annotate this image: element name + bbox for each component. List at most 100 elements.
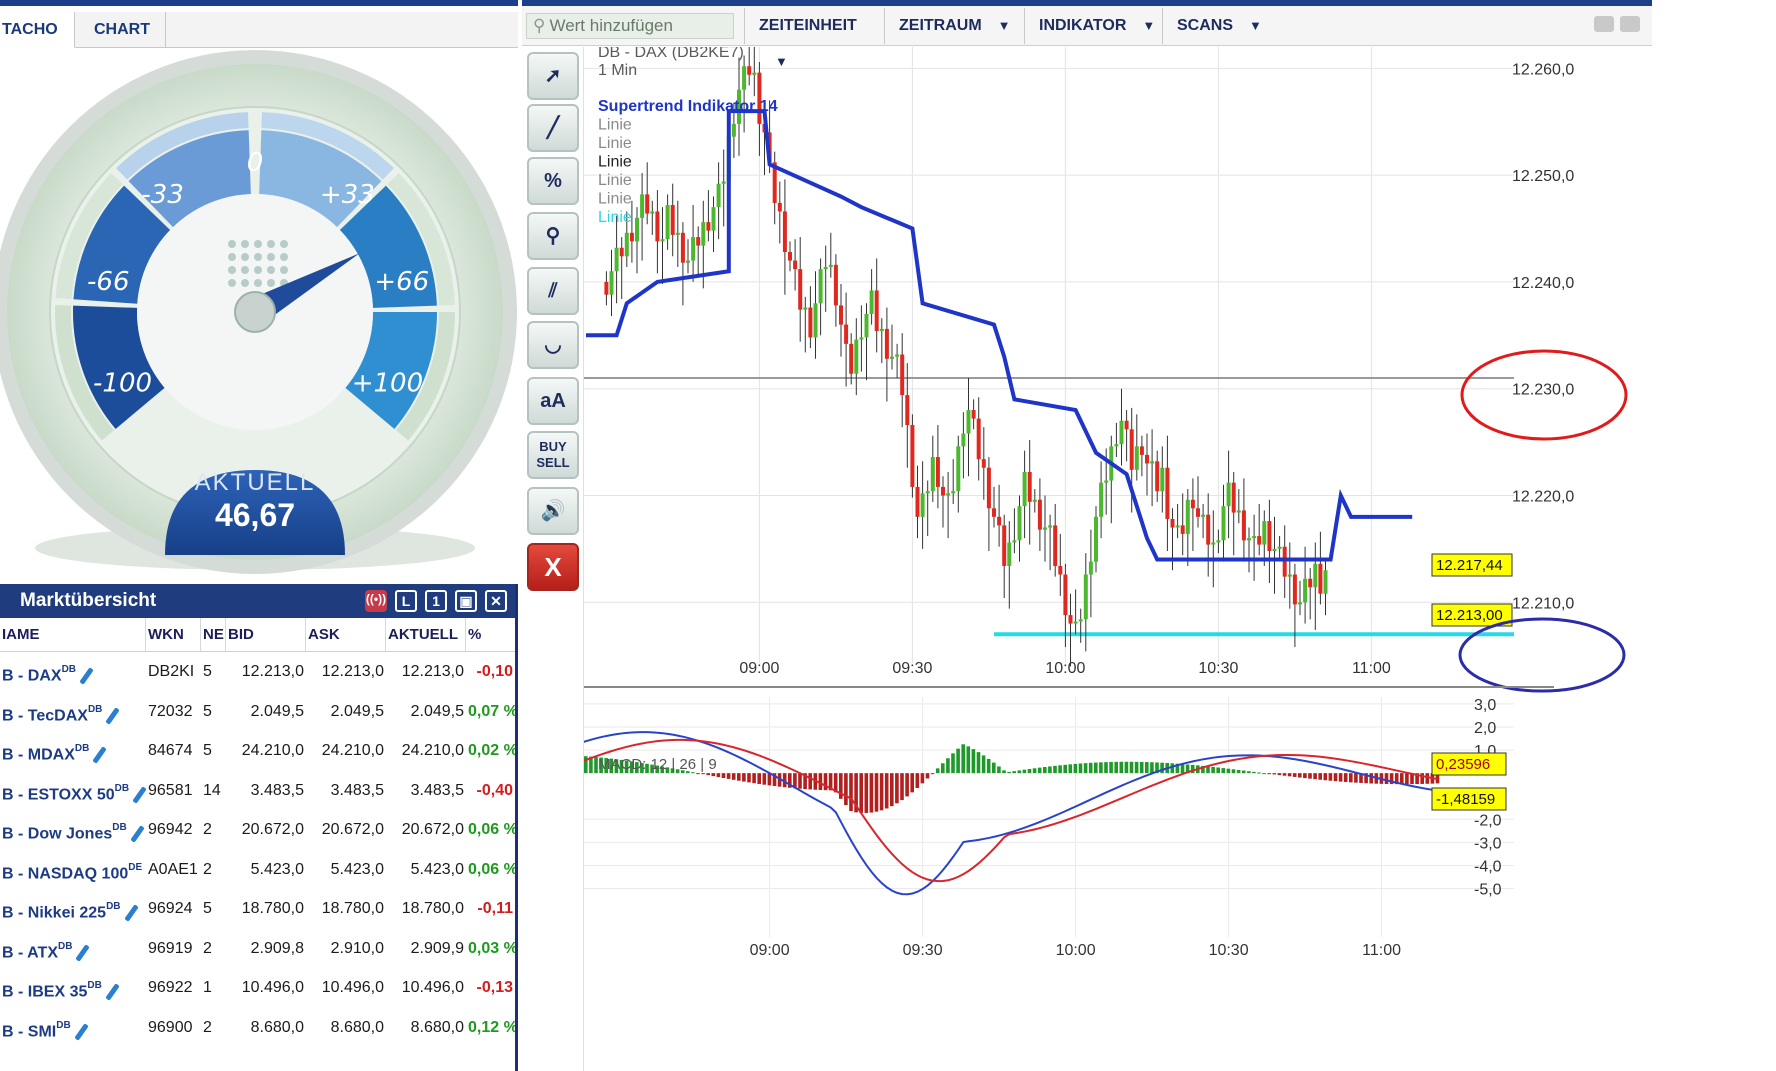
col-ask[interactable]: ASK (306, 618, 386, 651)
pencil-icon[interactable] (145, 864, 146, 883)
market-row[interactable]: B - DAXDB DB2KI 5 12.213,0 12.213,0 12.213,0-… (0, 652, 515, 692)
market-row-name[interactable]: B - ESTOXX 50DB (0, 771, 146, 811)
market-row-ask: 8.680,0 (330, 1018, 384, 1036)
market-row[interactable]: B - SMIDB 96900 2 8.680,0 8.680,0 8.680,0 0,12… (0, 1008, 515, 1048)
pencil-icon[interactable] (92, 746, 108, 764)
market-row-percent: -0,40 (476, 781, 513, 799)
live-signal-icon[interactable]: ((•)) (365, 590, 387, 612)
market-row-name[interactable]: B - IBEX 35DB (0, 968, 146, 1008)
menu-zeiteinheit[interactable]: ZEITEINHEIT▼ (744, 8, 884, 69)
candle-up (1226, 482, 1231, 507)
market-row[interactable]: B - Nikkei 225DB 96924 5 18.780,0 18.780,0 18… (0, 889, 515, 929)
chart-area: ⚲ Wert hinzufügen ZEITEINHEIT▼ ZEITRAUM ▼ … (522, 0, 1776, 1071)
macd-bar (992, 762, 996, 774)
close-icon[interactable]: ✕ (485, 590, 507, 612)
market-row[interactable]: B - TecDAXDB 72032 5 2.049,5 2.049,5 2.049,5 0… (0, 692, 515, 732)
pencil-icon[interactable] (105, 983, 120, 1001)
pencil-icon[interactable] (123, 904, 139, 922)
gauge-label: +66 (374, 267, 429, 297)
legend-entry: Linie (598, 172, 632, 189)
market-row[interactable]: B - MDAXDB 84674 5 24.210,0 24.210,0 24.210,0… (0, 731, 515, 771)
candle-down (619, 247, 624, 257)
col-aktuell[interactable]: AKTUELL (386, 618, 466, 651)
col-ne[interactable]: NE (201, 618, 226, 651)
macd-bar (1134, 761, 1139, 774)
candle-up (1119, 420, 1124, 445)
price-chart[interactable]: DB - DAX (DB2KE7) 1 Min Supertrend Indik… (584, 47, 1776, 1071)
col-percent[interactable]: % (466, 618, 515, 651)
candle-up (956, 446, 961, 492)
candle-up (1043, 527, 1047, 530)
buy-sell-button[interactable]: BUY SELL (527, 431, 579, 479)
pencil-icon[interactable] (132, 785, 146, 804)
market-row-name[interactable]: B - DAXDB (0, 652, 146, 692)
macd-bar (1369, 773, 1373, 784)
zoom-tool-button[interactable]: ⚲ (527, 212, 579, 260)
market-row-name[interactable]: B - MDAXDB (0, 731, 146, 771)
market-row-name[interactable]: B - SMIDB (0, 1008, 146, 1048)
pencil-icon[interactable] (129, 825, 145, 843)
market-row[interactable]: B - NASDAQ 100DE A0AE1 2 5.423,0 5.423,0 5.42… (0, 850, 515, 890)
macd-bar (961, 744, 965, 774)
curve-tool-button[interactable]: ◡ (527, 321, 579, 369)
market-row-percent: 0,06 % (468, 860, 515, 878)
close-chart-button[interactable]: X (527, 543, 579, 591)
menu-zeitraum[interactable]: ZEITRAUM ▼ (884, 8, 1024, 44)
text-tool-button[interactable]: aA (527, 377, 579, 425)
menu-scans-label: SCANS (1177, 17, 1234, 34)
market-row-name[interactable]: B - NASDAQ 100DE (0, 850, 146, 890)
cloud-icon[interactable] (1620, 16, 1640, 32)
candle-down (798, 269, 803, 310)
layout-1-icon[interactable]: 1 (425, 590, 447, 612)
menu-indikator[interactable]: INDIKATOR ▼ (1024, 8, 1162, 44)
candle-down (1124, 420, 1129, 430)
market-row[interactable]: B - IBEX 35DB 96922 1 10.496,0 10.496,0 10.49… (0, 968, 515, 1008)
market-row-bid: 12.213,0 (241, 663, 304, 680)
text-icon: aA (540, 390, 566, 412)
col-name[interactable]: IAME (0, 618, 146, 651)
macd-bar (951, 753, 955, 774)
line-tool-button[interactable]: ╱ (527, 104, 579, 152)
macd-bar (808, 773, 812, 790)
market-row[interactable]: B - ATXDB 96919 2 2.909,8 2.910,0 2.909,9 0,03… (0, 929, 515, 969)
macd-bar (874, 773, 879, 812)
market-row[interactable]: B - Dow JonesDB 96942 2 20.672,0 20.672,0 20.… (0, 810, 515, 850)
folder-icon[interactable] (1594, 16, 1614, 32)
layout-l-icon[interactable]: L (395, 590, 417, 612)
candle-up (1073, 621, 1078, 624)
pencil-icon[interactable] (73, 1022, 89, 1041)
market-row-name[interactable]: B - ATXDB (0, 929, 146, 969)
chart-title: DB - DAX (DB2KE7) (598, 47, 744, 61)
macd-time-tick: 11:00 (1362, 942, 1401, 959)
pencil-icon[interactable] (79, 667, 94, 685)
macd-time-tick: 10:30 (1209, 942, 1249, 959)
cursor-tool-button[interactable]: ➚ (527, 52, 579, 100)
percent-tool-button[interactable]: % (527, 157, 579, 205)
candle-up (920, 493, 925, 517)
menu-scans[interactable]: SCANS ▼ (1162, 8, 1278, 44)
market-row-name[interactable]: B - Dow JonesDB (0, 810, 146, 850)
maximize-icon[interactable]: ▣ (455, 590, 477, 612)
tab-tacho[interactable]: TACHO (0, 12, 75, 48)
tab-chart[interactable]: CHART (76, 12, 166, 48)
candle-up (828, 264, 833, 267)
candle-down (997, 516, 1002, 526)
pencil-icon[interactable] (105, 706, 121, 725)
market-row-name[interactable]: B - Nikkei 225DB (0, 889, 146, 929)
market-row-percent: 0,02 % (468, 742, 515, 759)
candle-up (721, 181, 726, 184)
col-bid[interactable]: BID (226, 618, 306, 651)
parallel-lines-icon: ⫽ (548, 280, 558, 302)
macd-bar (971, 749, 976, 774)
macd-bar (849, 773, 853, 812)
col-wkn[interactable]: WKN (146, 618, 201, 651)
market-rows: B - DAXDB DB2KI 5 12.213,0 12.213,0 12.213,0-… (0, 652, 515, 1047)
sound-tool-button[interactable]: 🔊 (527, 487, 579, 535)
pencil-icon[interactable] (75, 943, 91, 962)
parallel-tool-button[interactable]: ⫽ (527, 267, 579, 315)
market-row[interactable]: B - ESTOXX 50DB 96581 14 3.483,5 3.483,5 3.48… (0, 771, 515, 811)
candle-down (1241, 510, 1246, 541)
market-row-name[interactable]: B - TecDAXDB (0, 692, 146, 732)
search-input[interactable]: ⚲ Wert hinzufügen (526, 13, 734, 39)
search-icon: ⚲ (533, 16, 546, 35)
